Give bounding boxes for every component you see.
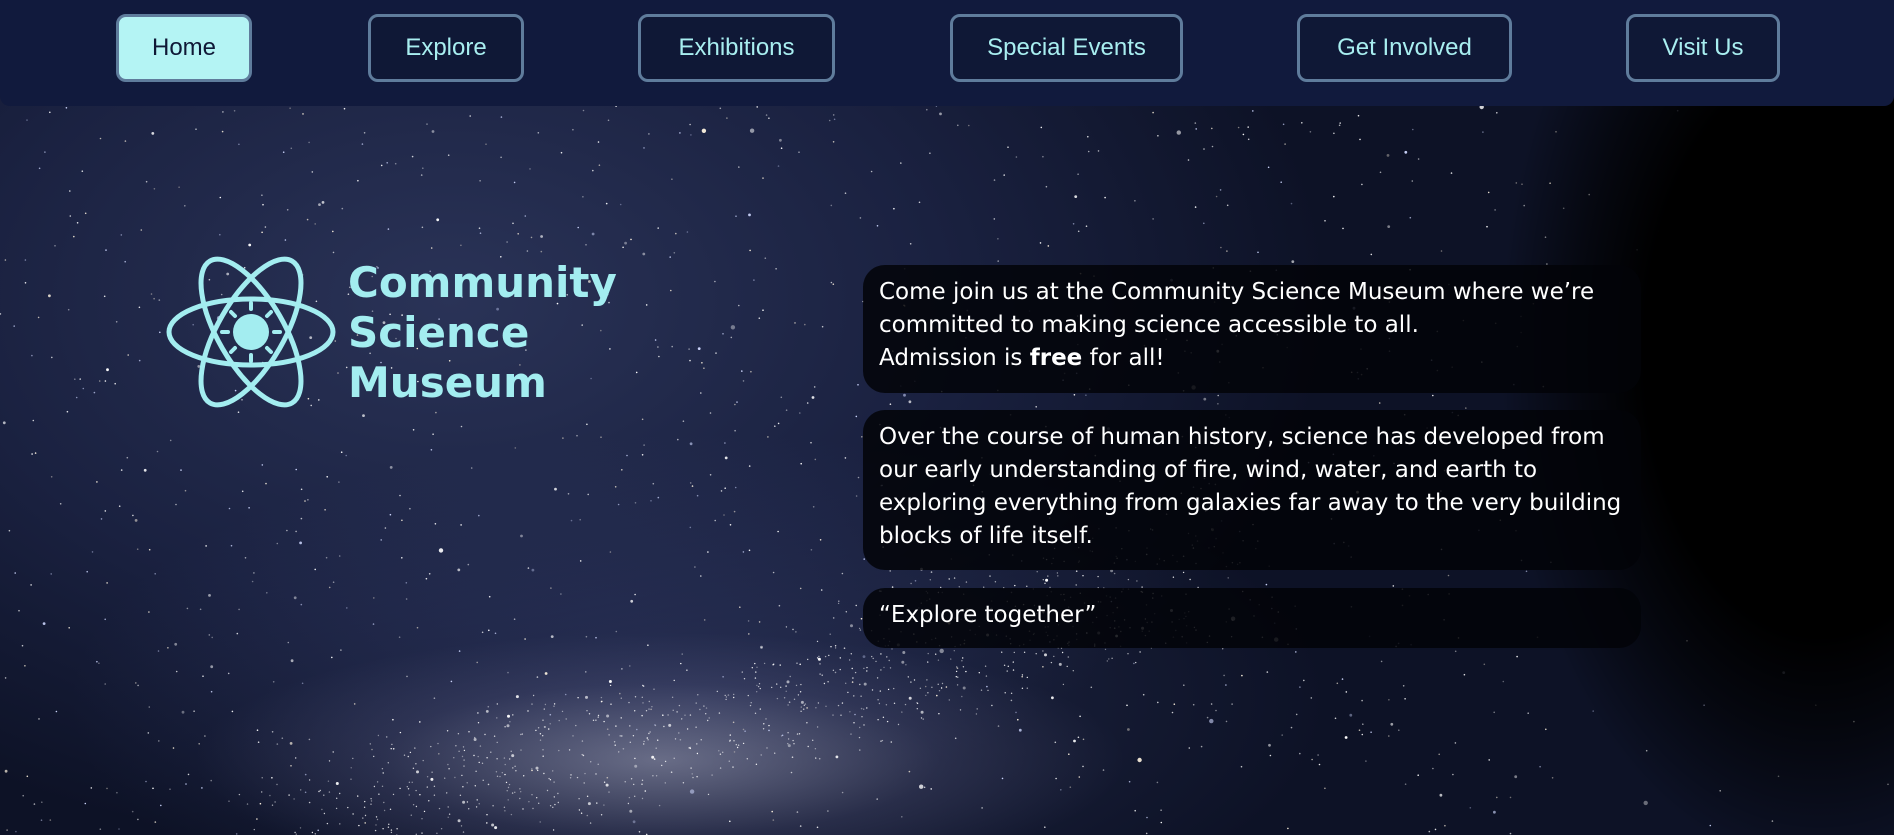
tagline-text: “Explore together” <box>879 602 1097 628</box>
logo-line-community: Community <box>348 258 617 307</box>
nav-visit-us-button[interactable]: Visit Us <box>1626 14 1780 82</box>
nav-explore-button[interactable]: Explore <box>368 14 524 82</box>
main-navigation: Home Explore Exhibitions Special Events … <box>0 0 1894 106</box>
intro-card: Come join us at the Community Science Mu… <box>863 265 1641 393</box>
logo-line-museum: Museum <box>348 358 547 407</box>
logo-line-science: Science <box>348 308 530 357</box>
admission-suffix: for all! <box>1082 345 1165 371</box>
museum-logo[interactable]: Community Science Museum <box>165 252 625 412</box>
tagline-card: “Explore together” <box>863 588 1641 648</box>
admission-text: Admission is free for all! <box>879 342 1625 375</box>
atom-sun-icon <box>166 256 336 408</box>
admission-free-emphasis: free <box>1029 345 1083 371</box>
history-card: Over the course of human history, scienc… <box>863 410 1641 570</box>
admission-prefix: Admission is <box>879 345 1030 371</box>
nav-home-button[interactable]: Home <box>116 14 252 82</box>
intro-text: Come join us at the Community Science Mu… <box>879 279 1595 338</box>
museum-name: Community Science Museum <box>348 258 638 408</box>
nav-get-involved-button[interactable]: Get Involved <box>1297 14 1512 82</box>
history-text: Over the course of human history, scienc… <box>879 424 1622 549</box>
nav-exhibitions-button[interactable]: Exhibitions <box>638 14 835 82</box>
nav-special-events-button[interactable]: Special Events <box>950 14 1183 82</box>
